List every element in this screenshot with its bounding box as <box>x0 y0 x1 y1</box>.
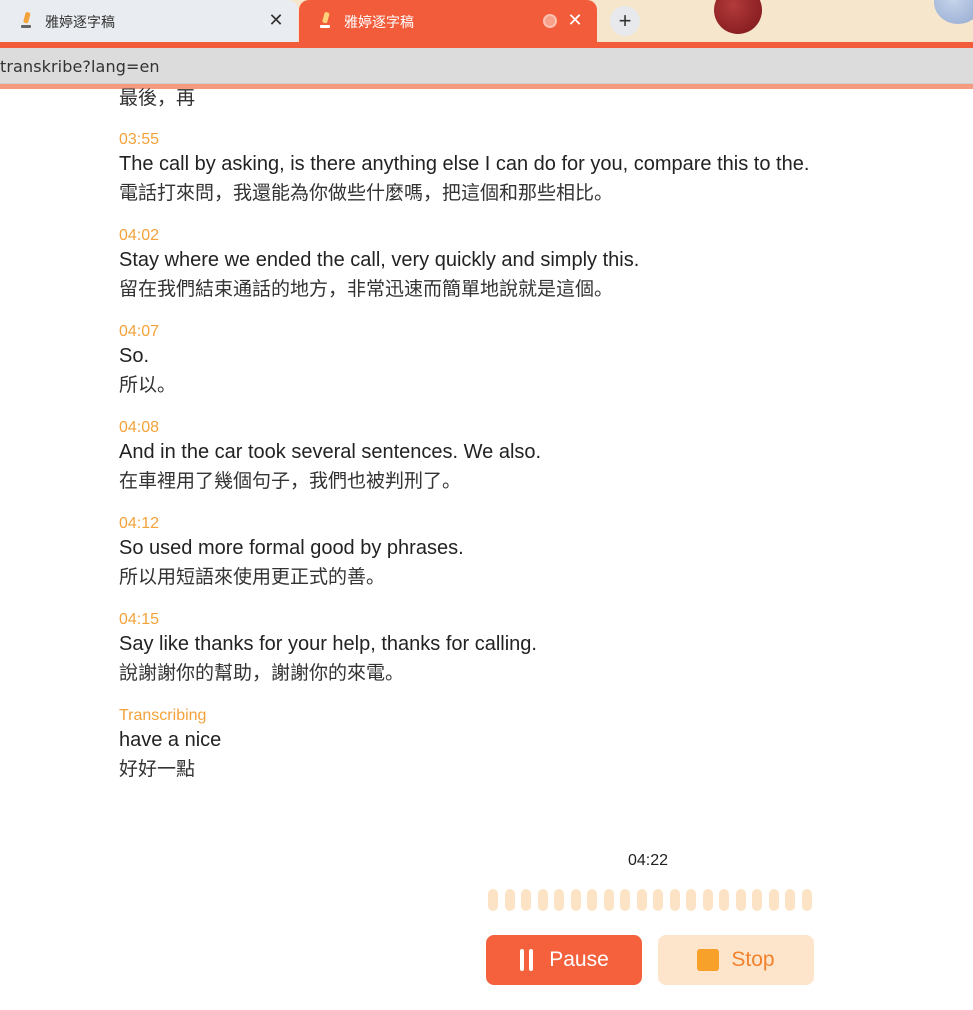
transcript-entry: 04:02 Stay where we ended the call, very… <box>119 226 879 304</box>
tab-inactive[interactable]: 雅婷逐字稿 ✕ <box>0 0 298 42</box>
stop-label: Stop <box>731 948 775 971</box>
transcript-translation: 所以用短語來使用更正式的善。 <box>119 566 386 588</box>
elapsed-timer: 04:22 <box>628 852 669 869</box>
stop-icon <box>697 949 720 971</box>
stop-button[interactable]: Stop <box>658 935 814 985</box>
waveform-bar <box>488 889 498 911</box>
transcript-entry: 04:07 So. 所以。 <box>119 322 879 400</box>
audio-waveform <box>488 889 812 911</box>
waveform-bar <box>702 889 713 911</box>
waveform-bar <box>768 889 779 911</box>
timestamp: 03:55 <box>119 131 160 148</box>
partial-translation: 最後，再 <box>119 87 196 109</box>
pencil-mic-icon <box>21 12 31 28</box>
transcript-entry: 04:15 Say like thanks for your help, tha… <box>119 610 879 688</box>
timestamp: 04:02 <box>119 227 160 244</box>
tab-title: 雅婷逐字稿 <box>45 14 115 30</box>
transcript-translation: 所以。 <box>119 374 177 396</box>
timestamp: 04:07 <box>119 323 160 340</box>
waveform-bar <box>785 889 795 911</box>
recording-indicator-icon <box>543 14 557 28</box>
decorative-ornament <box>714 0 762 34</box>
transcript-entry: 04:08 And in the car took several senten… <box>119 418 879 496</box>
tab-title: 雅婷逐字稿 <box>344 14 414 30</box>
waveform-bar <box>537 889 548 911</box>
address-bar[interactable]: transkribe?lang=en <box>0 48 973 84</box>
waveform-bar <box>735 889 746 911</box>
pause-button[interactable]: Pause <box>486 935 642 985</box>
pause-label: Pause <box>549 948 609 971</box>
waveform-bar <box>636 889 647 911</box>
waveform-bar <box>504 889 515 911</box>
live-transcript-text: have a nice <box>119 729 222 751</box>
waveform-bar <box>752 889 762 911</box>
waveform-bar <box>653 889 663 911</box>
new-tab-button[interactable]: + <box>610 6 640 36</box>
waveform-bar <box>801 889 812 911</box>
waveform-bar <box>669 889 680 911</box>
transcript-text: Stay where we ended the call, very quick… <box>119 249 640 271</box>
live-transcript-translation: 好好一點 <box>119 758 196 780</box>
close-icon[interactable]: ✕ <box>565 10 585 30</box>
decorative-ornament <box>934 0 973 24</box>
transcribing-status: Transcribing <box>119 707 207 724</box>
transcript-entry: 04:12 So used more formal good by phrase… <box>119 514 879 592</box>
transcript-list: 最後，再 03:55 The call by asking, is there … <box>119 84 879 784</box>
waveform-bar <box>686 889 696 911</box>
pause-icon <box>519 949 535 971</box>
transcript-translation: 留在我們結束通話的地方，非常迅速而簡單地說就是這個。 <box>119 278 614 300</box>
tab-active[interactable]: 雅婷逐字稿 ✕ <box>299 0 597 42</box>
waveform-bar <box>603 889 614 911</box>
timestamp: 04:12 <box>119 515 160 532</box>
url-text[interactable]: transkribe?lang=en <box>0 57 160 76</box>
close-icon[interactable]: ✕ <box>266 10 286 30</box>
transcript-translation: 電話打來問，我還能為你做些什麼嗎，把這個和那些相比。 <box>119 182 614 204</box>
timestamp: 04:15 <box>119 611 160 628</box>
transcript-text: So used more formal good by phrases. <box>119 537 464 559</box>
transcript-text: Say like thanks for your help, thanks fo… <box>119 633 537 655</box>
waveform-bar <box>620 889 630 911</box>
timestamp: 04:08 <box>119 419 160 436</box>
transcript-translation: 在車裡用了幾個句子，我們也被判刑了。 <box>119 470 462 492</box>
waveform-bar <box>570 889 581 911</box>
waveform-bar <box>554 889 564 911</box>
transcript-entry: 03:55 The call by asking, is there anyth… <box>119 130 879 208</box>
transcript-translation: 說謝謝你的幫助，謝謝你的來電。 <box>119 662 405 684</box>
transcript-text: So. <box>119 345 150 367</box>
waveform-bar <box>719 889 729 911</box>
live-transcript-entry: Transcribing have a nice 好好一點 <box>119 706 879 784</box>
transcript-text: And in the car took several sentences. W… <box>119 441 542 463</box>
transcript-text: The call by asking, is there anything el… <box>119 153 810 175</box>
waveform-bar <box>587 889 597 911</box>
browser-tabstrip: 雅婷逐字稿 ✕ 雅婷逐字稿 ✕ + <box>0 0 973 44</box>
waveform-bar <box>521 889 531 911</box>
pencil-mic-icon <box>320 12 330 28</box>
